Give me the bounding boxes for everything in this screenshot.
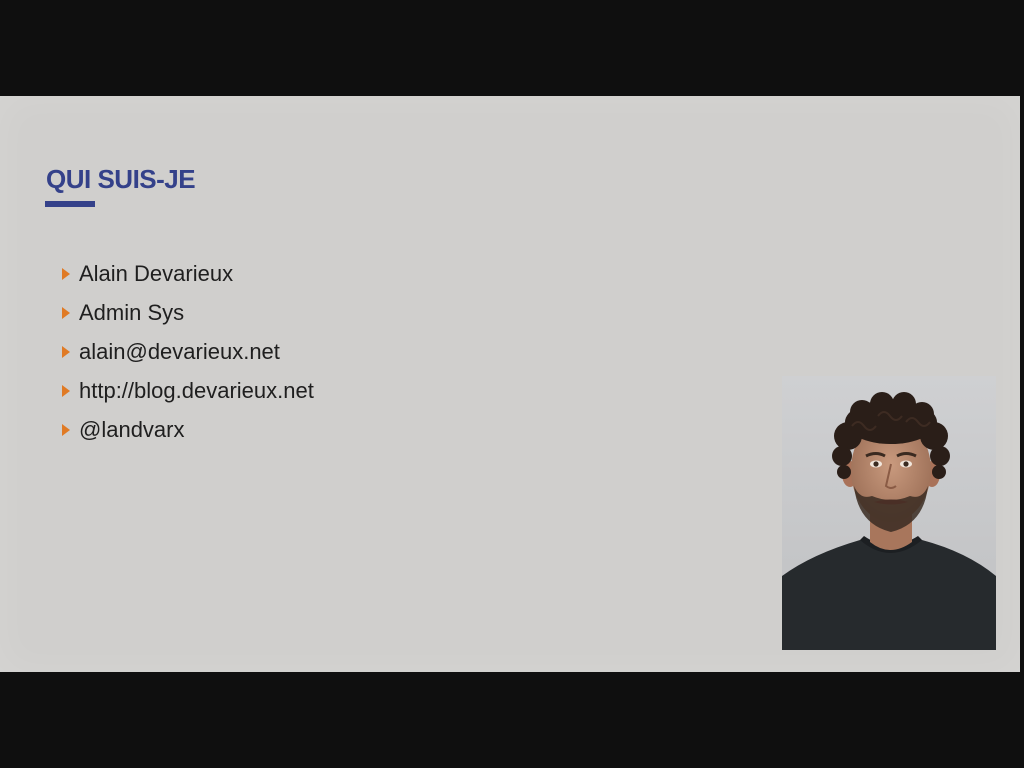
bullet-item-name: Alain Devarieux (62, 262, 314, 301)
bullet-text: @landvarx (79, 417, 185, 442)
triangle-right-icon (62, 346, 70, 358)
bullet-text: Alain Devarieux (79, 261, 234, 286)
triangle-right-icon (62, 307, 70, 319)
bullet-text: http://blog.devarieux.net (79, 378, 314, 403)
triangle-right-icon (62, 385, 70, 397)
slide: QUI SUIS-JE Alain Devarieux Admin Sys al… (0, 96, 1020, 672)
triangle-right-icon (62, 268, 70, 280)
bullet-item-email: alain@devarieux.net (62, 340, 314, 379)
bullet-item-role: Admin Sys (62, 301, 314, 340)
title-underline (45, 201, 95, 207)
presentation-screen: QUI SUIS-JE Alain Devarieux Admin Sys al… (0, 0, 1024, 768)
slide-title: QUI SUIS-JE (46, 164, 196, 194)
portrait-illustration (782, 376, 996, 650)
bullet-text: alain@devarieux.net (79, 339, 280, 364)
bullet-item-blog: http://blog.devarieux.net (62, 379, 314, 418)
bullet-list: Alain Devarieux Admin Sys alain@devarieu… (62, 262, 314, 457)
bullet-item-twitter: @landvarx (62, 418, 314, 457)
profile-photo (782, 376, 996, 650)
bullet-text: Admin Sys (79, 300, 185, 325)
triangle-right-icon (62, 424, 70, 436)
